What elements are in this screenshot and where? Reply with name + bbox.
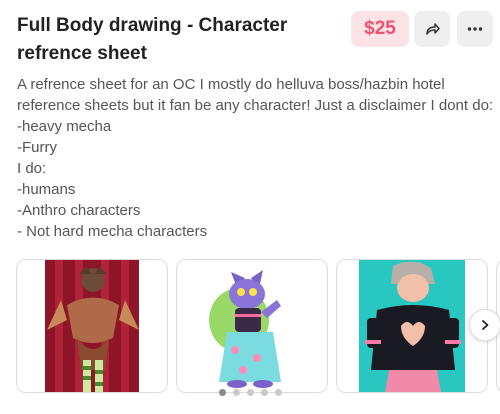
description-line: I do:	[17, 160, 47, 177]
share-arrow-icon	[426, 23, 440, 35]
description-line: - Not hard mecha characters	[17, 223, 208, 240]
description-line: A refrence sheet for an OC I mostly do h…	[17, 76, 445, 93]
gallery-image-2[interactable]	[176, 259, 328, 393]
listing-description: A refrence sheet for an OC I mostly do h…	[17, 74, 494, 242]
pagination-dot[interactable]	[275, 389, 282, 396]
pagination-dot[interactable]	[219, 389, 226, 396]
pagination-dot[interactable]	[233, 389, 240, 396]
pagination-dot[interactable]	[261, 389, 268, 396]
image-gallery	[16, 259, 500, 393]
more-dots-icon	[467, 27, 483, 31]
description-line: -Furry	[17, 139, 57, 156]
gallery-image-1[interactable]	[16, 259, 168, 393]
price-badge: $25	[351, 11, 409, 47]
listing-title: Full Body drawing - Character refrence s…	[17, 15, 288, 64]
description-line: -heavy mecha	[17, 118, 112, 135]
gallery-next-button[interactable]	[469, 309, 500, 341]
pagination-dot[interactable]	[247, 389, 254, 396]
more-options-button[interactable]	[457, 11, 493, 47]
description-line: -Anthro characters	[17, 202, 141, 219]
gallery-image-3[interactable]	[336, 259, 488, 393]
share-button[interactable]	[414, 11, 450, 47]
description-line: -humans	[17, 181, 76, 198]
chevron-right-icon	[482, 320, 489, 330]
gallery-pagination	[219, 389, 282, 397]
description-line: reference sheets but it fan be any chara…	[17, 97, 494, 114]
